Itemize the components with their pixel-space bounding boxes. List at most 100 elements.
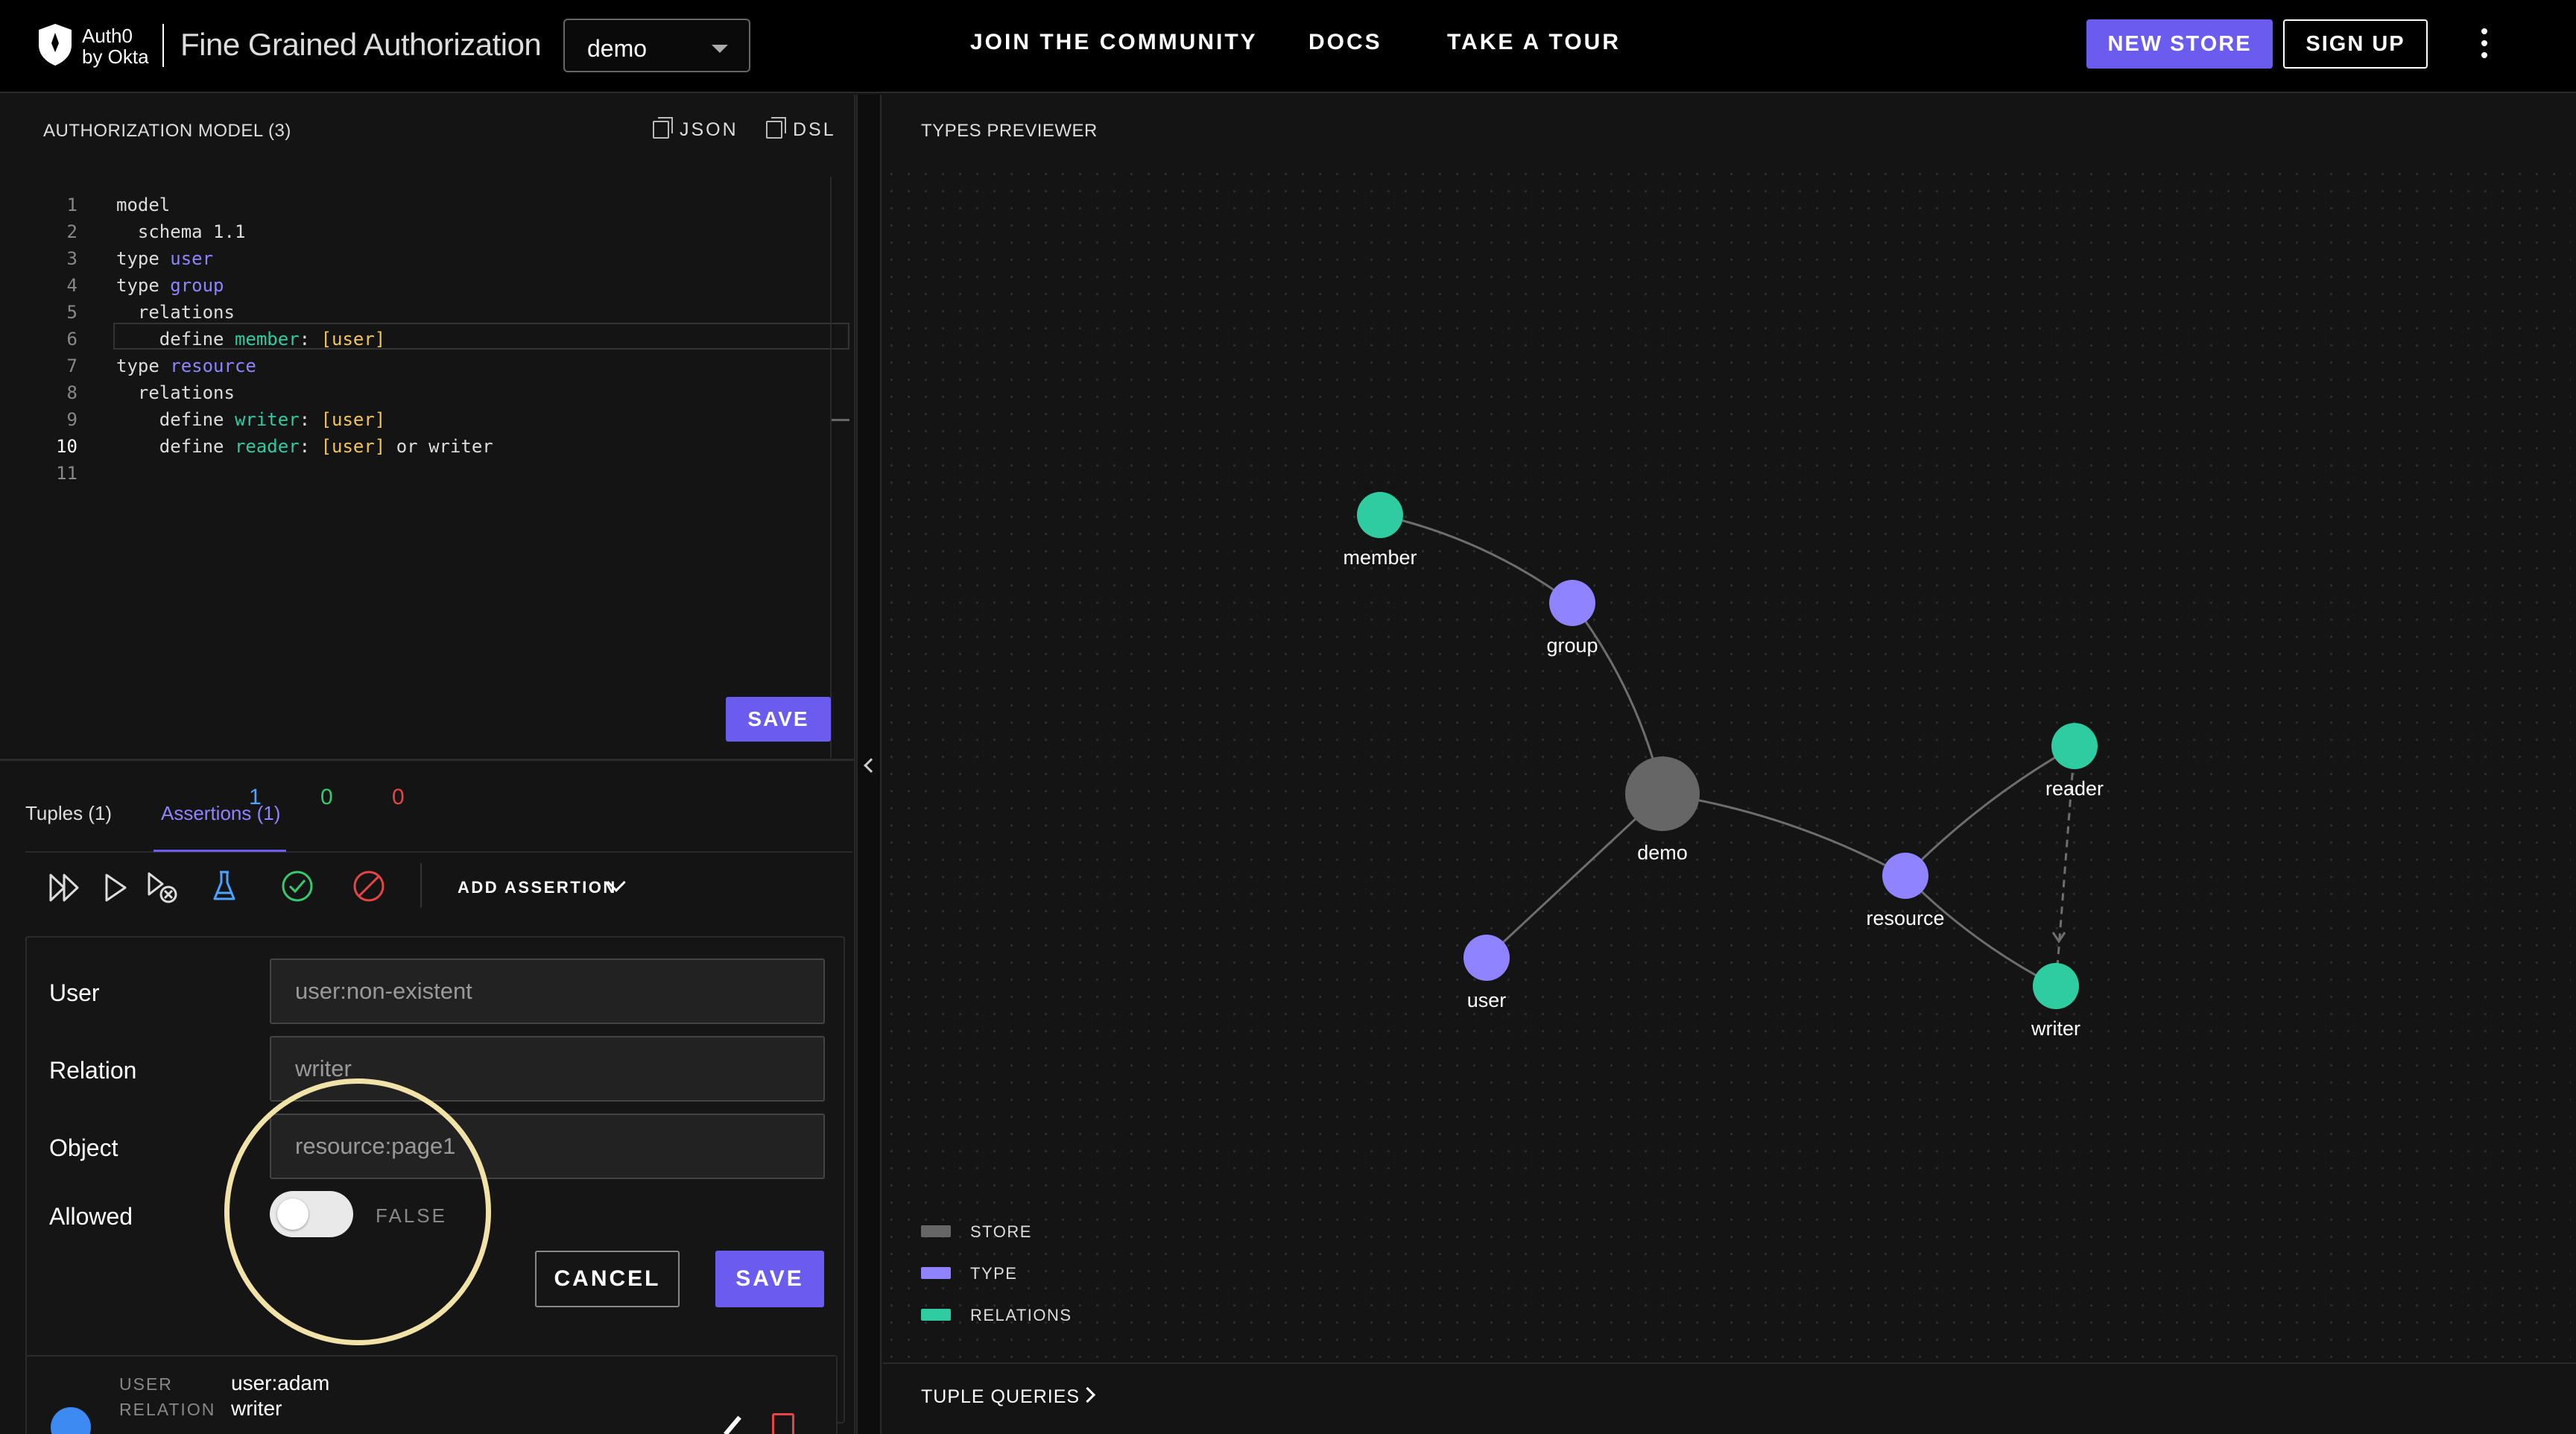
editor-scrollbar[interactable] xyxy=(830,177,832,758)
legend-type-swatch xyxy=(921,1267,951,1279)
line-number: 6 xyxy=(66,329,77,350)
logo-line2: by Okta xyxy=(82,45,149,68)
user-field[interactable] xyxy=(270,958,825,1024)
nav-join-community[interactable]: JOIN THE COMMUNITY xyxy=(970,30,1258,55)
tabs-divider xyxy=(25,851,852,853)
line-number: 4 xyxy=(66,275,77,296)
store-select-value: demo xyxy=(587,35,648,62)
code-text: define reader: [user] or writer xyxy=(116,436,493,457)
code-text: define writer: [user] xyxy=(116,409,386,430)
graph-canvas[interactable]: member group demo user resource reader writer xyxy=(883,165,2571,1361)
copy-json-button[interactable]: JSON xyxy=(653,117,738,141)
graph-node-demo[interactable] xyxy=(1625,757,1700,831)
copy-dsl-label: DSL xyxy=(793,119,836,140)
graph-node-label-resource: resource xyxy=(1866,907,1944,929)
user-label: User xyxy=(49,979,100,1006)
tuple-queries-bar[interactable] xyxy=(883,1362,2576,1434)
logo-divider xyxy=(162,24,164,67)
line-number: 2 xyxy=(66,221,77,242)
run-icon[interactable] xyxy=(103,872,128,903)
code-line[interactable]: 11 xyxy=(0,460,849,487)
code-text: type user xyxy=(116,248,214,269)
graph-node-resource[interactable] xyxy=(1882,853,1928,899)
types-previewer-title: TYPES PREVIEWER xyxy=(921,121,1098,141)
graph-node-label-group: group xyxy=(1546,634,1598,657)
cancel-button[interactable]: CANCEL xyxy=(535,1251,680,1307)
code-text: relations xyxy=(116,382,235,403)
nav-docs[interactable]: DOCS xyxy=(1308,30,1382,55)
active-tab-indicator xyxy=(154,850,286,852)
more-menu-icon[interactable] xyxy=(2478,28,2490,61)
top-bar: Auth0 by Okta Fine Grained Authorization… xyxy=(0,0,2576,93)
code-line[interactable]: 1 model xyxy=(0,192,849,218)
highlight-circle xyxy=(224,1078,491,1345)
nav-take-tour[interactable]: TAKE A TOUR xyxy=(1447,30,1621,55)
code-line[interactable]: 2 schema 1.1 xyxy=(0,218,849,245)
graph-node-reader[interactable] xyxy=(2051,723,2098,769)
card-user-value: user:adam xyxy=(231,1371,330,1394)
add-assertion-button[interactable]: ADD ASSERTION xyxy=(458,878,617,897)
logo-line1: Auth0 xyxy=(82,25,133,47)
save-assertion-button[interactable]: SAVE xyxy=(715,1251,824,1307)
line-number: 11 xyxy=(56,463,77,484)
graph-edge-resource-writer xyxy=(1904,874,2057,988)
delete-icon[interactable] xyxy=(772,1413,794,1434)
legend-store-swatch xyxy=(921,1225,951,1237)
auth0-shield-icon[interactable] xyxy=(36,22,75,67)
graph-edge-demo-resource xyxy=(1662,792,1906,877)
model-save-button[interactable]: SAVE xyxy=(726,697,831,742)
copy-icon xyxy=(653,117,673,139)
run-all-icon[interactable] xyxy=(48,872,80,903)
graph-node-group[interactable] xyxy=(1549,580,1595,626)
copy-icon xyxy=(766,117,786,139)
line-number: 9 xyxy=(66,409,77,430)
failed-blocked-icon xyxy=(353,871,384,902)
copy-json-label: JSON xyxy=(680,119,738,140)
relation-label: Relation xyxy=(49,1057,137,1084)
code-line[interactable]: 7 type resource xyxy=(0,353,849,379)
graph-node-label-writer: writer xyxy=(2031,1017,2080,1040)
store-select[interactable]: demo xyxy=(563,19,750,72)
code-line[interactable]: 9 define writer: [user] xyxy=(0,406,849,433)
code-line[interactable]: 10 define reader: [user] or writer xyxy=(0,433,849,460)
graph-node-member[interactable] xyxy=(1357,492,1403,538)
card-relation-value: writer xyxy=(231,1397,282,1420)
code-line[interactable]: 8 relations xyxy=(0,379,849,406)
legend-type-label: TYPE xyxy=(970,1264,1018,1283)
graph-node-label-user: user xyxy=(1467,989,1507,1011)
tuple-queries-label[interactable]: TUPLE QUERIES xyxy=(921,1386,1080,1408)
code-text: schema 1.1 xyxy=(116,221,246,242)
object-label: Object xyxy=(49,1134,118,1161)
code-text: type resource xyxy=(116,356,256,376)
toolbar-separator xyxy=(420,863,422,908)
passed-count: 0 xyxy=(320,785,333,809)
line-number: 8 xyxy=(66,382,77,403)
tab-tuples[interactable]: Tuples (1) xyxy=(25,802,112,825)
app-title: Fine Grained Authorization xyxy=(180,27,542,62)
graph-node-label-reader: reader xyxy=(2045,777,2104,800)
line-number: 5 xyxy=(66,302,77,323)
card-user-key: USER xyxy=(119,1374,173,1394)
legend-store-label: STORE xyxy=(970,1222,1032,1241)
sign-up-button[interactable]: SIGN UP xyxy=(2283,19,2428,69)
copy-dsl-button[interactable]: DSL xyxy=(766,117,836,141)
run-failed-icon[interactable] xyxy=(146,871,179,905)
legend-relations-label: RELATIONS xyxy=(970,1306,1072,1324)
graph-node-label-demo: demo xyxy=(1637,841,1688,864)
code-line[interactable]: 5 relations xyxy=(0,299,849,326)
tab-assertions[interactable]: Assertions (1) xyxy=(161,802,280,825)
total-assertions-count: 1 xyxy=(249,785,262,809)
assertion-status-icon xyxy=(51,1407,91,1434)
panel-divider[interactable] xyxy=(0,759,854,761)
code-text: relations xyxy=(116,302,235,323)
graph-node-writer[interactable] xyxy=(2033,963,2079,1009)
active-line-highlight xyxy=(113,323,849,350)
authorization-model-title: AUTHORIZATION MODEL (3) xyxy=(43,121,291,141)
code-line[interactable]: 4 type group xyxy=(0,272,849,299)
code-editor[interactable]: 1 model 2 schema 1.1 3 type user 4 type group 5… xyxy=(0,177,849,758)
new-store-button[interactable]: NEW STORE xyxy=(2086,19,2273,69)
graph-node-user[interactable] xyxy=(1463,935,1510,981)
edit-icon[interactable] xyxy=(724,1415,741,1434)
code-line[interactable]: 3 type user xyxy=(0,245,849,272)
line-number: 7 xyxy=(66,356,77,376)
